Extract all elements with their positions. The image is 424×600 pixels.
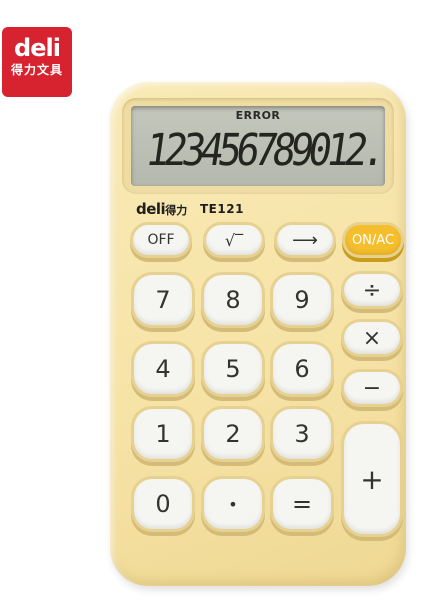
key-8[interactable]: 8: [204, 275, 262, 325]
key-3[interactable]: 3: [273, 409, 331, 459]
logo-text: deli: [14, 34, 61, 62]
brand-name-cn: 得力: [165, 204, 188, 217]
plus-button[interactable]: +: [344, 424, 400, 534]
on-ac-button[interactable]: ON/AC: [345, 225, 401, 255]
key-9[interactable]: 9: [273, 275, 331, 325]
key-1[interactable]: 1: [134, 409, 192, 459]
key-6[interactable]: 6: [273, 344, 331, 394]
decimal-point-button[interactable]: •: [204, 479, 262, 529]
key-5[interactable]: 5: [204, 344, 262, 394]
key-4[interactable]: 4: [134, 344, 192, 394]
model-number: TE121: [200, 202, 244, 216]
error-indicator: ERROR: [235, 109, 281, 122]
key-2[interactable]: 2: [204, 409, 262, 459]
sqrt-button[interactable]: √‾: [206, 225, 262, 255]
divide-button[interactable]: ÷: [344, 274, 400, 306]
key-7[interactable]: 7: [134, 275, 192, 325]
display-frame: ERROR 123456789012.: [122, 98, 394, 194]
off-button[interactable]: OFF: [133, 225, 189, 255]
brand-name: deli: [136, 200, 166, 218]
display-digits: 123456789012.: [142, 125, 385, 176]
equals-button[interactable]: =: [273, 479, 331, 529]
calculator-body: ERROR 123456789012. deli得力 TE121 OFF √‾ …: [110, 82, 406, 586]
lcd-screen: ERROR 123456789012.: [131, 106, 385, 186]
multiply-button[interactable]: ×: [344, 322, 400, 354]
deli-logo: deli 得力文具: [2, 27, 72, 97]
calculator-brand: deli得力: [136, 200, 187, 218]
logo-subtitle: 得力文具: [10, 63, 63, 77]
arrow-button[interactable]: ⟶: [277, 225, 333, 255]
key-0[interactable]: 0: [134, 479, 192, 529]
minus-button[interactable]: −: [344, 372, 400, 404]
